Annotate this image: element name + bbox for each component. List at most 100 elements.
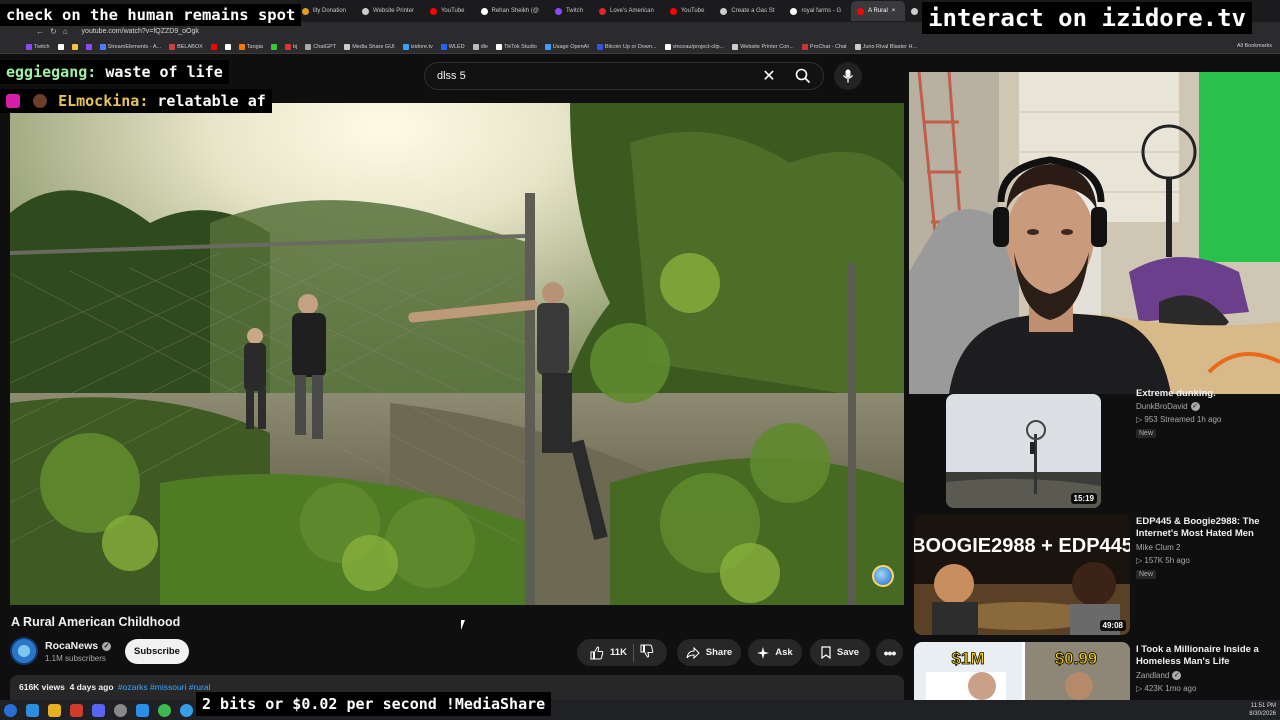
home-icon[interactable]: ⌂ [63, 27, 68, 36]
bookmark-item[interactable]: dle [472, 43, 488, 50]
app-taskbar-icon[interactable] [114, 703, 127, 717]
bookmark-favicon-icon [440, 43, 447, 50]
screen: lity Donation Website Printer YouTube Rehan… [0, 0, 1280, 720]
bookmark-favicon-icon [57, 43, 64, 50]
bookmark-label: StreamElements - A... [107, 43, 162, 50]
bookmark-item[interactable]: Bitcoin Up or Down... [596, 43, 657, 50]
bookmark-item[interactable]: StreamElements - A... [99, 43, 162, 50]
bookmark-favicon-icon [854, 43, 861, 50]
bookmark-item[interactable] [271, 43, 277, 50]
bookmark-item[interactable]: Usage OpenAI [544, 43, 589, 50]
search-input[interactable]: dlss 5 [437, 70, 755, 82]
recommendation-item[interactable]: $1M $0.99 I Took a Millionaire Inside a … [914, 642, 1274, 700]
recommendation-thumbnail[interactable]: 15:19 [946, 394, 1101, 508]
all-bookmarks-button[interactable]: All Bookmarks [1237, 43, 1272, 49]
share-button[interactable]: Share [677, 639, 741, 666]
bookmark-item[interactable]: WLED [440, 43, 465, 50]
recommendation-channel[interactable]: Mike Clum 2 [1136, 543, 1180, 552]
channel-name[interactable]: RocaNews ✓ [45, 640, 112, 652]
video-player[interactable] [10, 103, 904, 605]
recommendation-title[interactable]: EDP445 & Boogie2988: The Internet's Most… [1136, 516, 1272, 540]
bookmark-item[interactable]: ProChat - Chat [801, 43, 847, 50]
app-taskbar-icon[interactable] [70, 703, 83, 717]
tab-label: lity Donation [313, 8, 347, 14]
save-button[interactable]: Save [810, 639, 870, 666]
bookmark-item[interactable]: Tangia [238, 43, 263, 50]
recommendation-title[interactable]: I Took a Millionaire Inside a Homeless M… [1136, 644, 1272, 668]
video-frame [10, 103, 904, 605]
browser-tab[interactable]: Website Printer [356, 1, 424, 21]
browser-tab[interactable]: royal farms - G [784, 1, 851, 21]
app-taskbar-icon[interactable] [180, 703, 193, 717]
dislike-button[interactable] [640, 644, 654, 661]
browser-tab[interactable]: Love's American [593, 1, 664, 21]
search-bar[interactable]: dlss 5 ✕ [424, 62, 824, 90]
bookmark-item[interactable] [85, 43, 92, 50]
folder-icon[interactable] [48, 703, 61, 717]
upload-age: 4 days ago [69, 682, 114, 692]
browser-tab[interactable]: Rehan Sheikh (@ [475, 1, 549, 21]
streamer-webcam [909, 72, 1280, 394]
browser-tab[interactable]: lity Donation [296, 1, 356, 21]
start-icon[interactable] [4, 703, 17, 717]
bookmark-item[interactable]: Juno Rival Blaster H... [854, 43, 918, 50]
bookmark-item[interactable]: izidore.tv [402, 43, 433, 50]
bookmark-favicon-icon [596, 43, 603, 50]
discord-icon[interactable] [92, 703, 105, 717]
tab-close-icon[interactable]: × [892, 8, 896, 14]
browser-tab[interactable]: Twitch [549, 1, 593, 21]
recommendation-item[interactable]: BOOGIE2988 + EDP445 49:08 EDP445 & Boogi… [914, 514, 1274, 637]
channel-avatar[interactable] [10, 637, 38, 665]
new-badge: New [1136, 429, 1157, 438]
chrome-icon[interactable] [158, 703, 171, 717]
back-icon[interactable]: ← [36, 27, 44, 36]
bookmarks-bar: Twitch StreamElements - A... BELABOX Tangia… [0, 40, 1280, 54]
browser-tab[interactable]: YouTube [424, 1, 475, 21]
browser-tab[interactable]: YouTube [664, 1, 715, 21]
address-bar[interactable]: youtube.com/watch?v=fQZZD9_oOgk [74, 28, 199, 35]
bookmark-item[interactable] [57, 43, 64, 50]
recommendation-thumbnail[interactable]: $1M $0.99 [914, 642, 1130, 700]
search-button[interactable] [783, 63, 823, 89]
bookmark-item[interactable] [224, 43, 231, 50]
bookmark-item[interactable]: ChatGPT [305, 43, 336, 50]
bookmark-item[interactable]: vinceau/project-clip... [664, 43, 724, 50]
channel-watermark-icon[interactable] [872, 565, 894, 587]
subscriber-badge-icon [6, 94, 20, 108]
bookmark-favicon-icon [224, 43, 231, 50]
tab-label: Twitch [565, 8, 583, 14]
bookmark-label: Juno Rival Blaster H... [862, 43, 918, 50]
browser-tab[interactable]: Create a Gas St [714, 1, 784, 21]
hashtags[interactable]: #ozarks #missouri #rural [118, 682, 211, 692]
ask-button[interactable]: Ask [748, 639, 802, 666]
recommendation-thumbnail[interactable]: BOOGIE2988 + EDP445 49:08 [914, 514, 1130, 635]
bookmark-item[interactable]: TikTok Studio [495, 43, 537, 50]
subscribe-button[interactable]: Subscribe [125, 639, 189, 664]
app-taskbar-icon[interactable] [136, 703, 149, 717]
bookmark-item[interactable]: Media Share GUI [344, 43, 395, 50]
browser-tab[interactable]: A Rural × [851, 1, 906, 21]
like-dislike-group: 11K [577, 639, 667, 666]
bookmark-favicon-icon [238, 43, 245, 50]
recommendation-channel[interactable]: DunkBroDavid ✓ [1136, 402, 1200, 411]
bookmark-item[interactable]: BELABOX [169, 43, 203, 50]
bookmark-favicon-icon [26, 43, 32, 50]
bookmark-item[interactable]: Twitch [26, 43, 50, 50]
bookmark-item[interactable]: Website Printer Con... [732, 43, 794, 50]
recommendation-channel[interactable]: Zandland ✓ [1136, 671, 1182, 680]
tab-favicon-icon [362, 7, 370, 15]
bookmark-item[interactable] [71, 43, 78, 50]
voice-search-button[interactable] [834, 62, 862, 90]
system-tray-clock[interactable]: 11:51 PM 8/30/2026 [1249, 702, 1276, 718]
reload-icon[interactable]: ↻ [50, 27, 57, 36]
clock-time: 11:51 PM [1250, 703, 1276, 709]
like-button[interactable]: 11K [590, 645, 627, 660]
close-icon[interactable]: ✕ [755, 66, 783, 86]
more-actions-button[interactable]: ••• [876, 639, 903, 666]
browser-taskbar-icon[interactable] [26, 703, 39, 717]
bookmark-item[interactable]: bj [285, 43, 297, 50]
bookmark-icon [821, 646, 831, 659]
recommendation-title[interactable]: Extreme dunking. [1136, 388, 1272, 400]
bookmark-item[interactable] [210, 43, 217, 50]
recommendation-item[interactable]: 15:19 Extreme dunking. DunkBroDavid ✓ ▷ … [914, 385, 1274, 510]
